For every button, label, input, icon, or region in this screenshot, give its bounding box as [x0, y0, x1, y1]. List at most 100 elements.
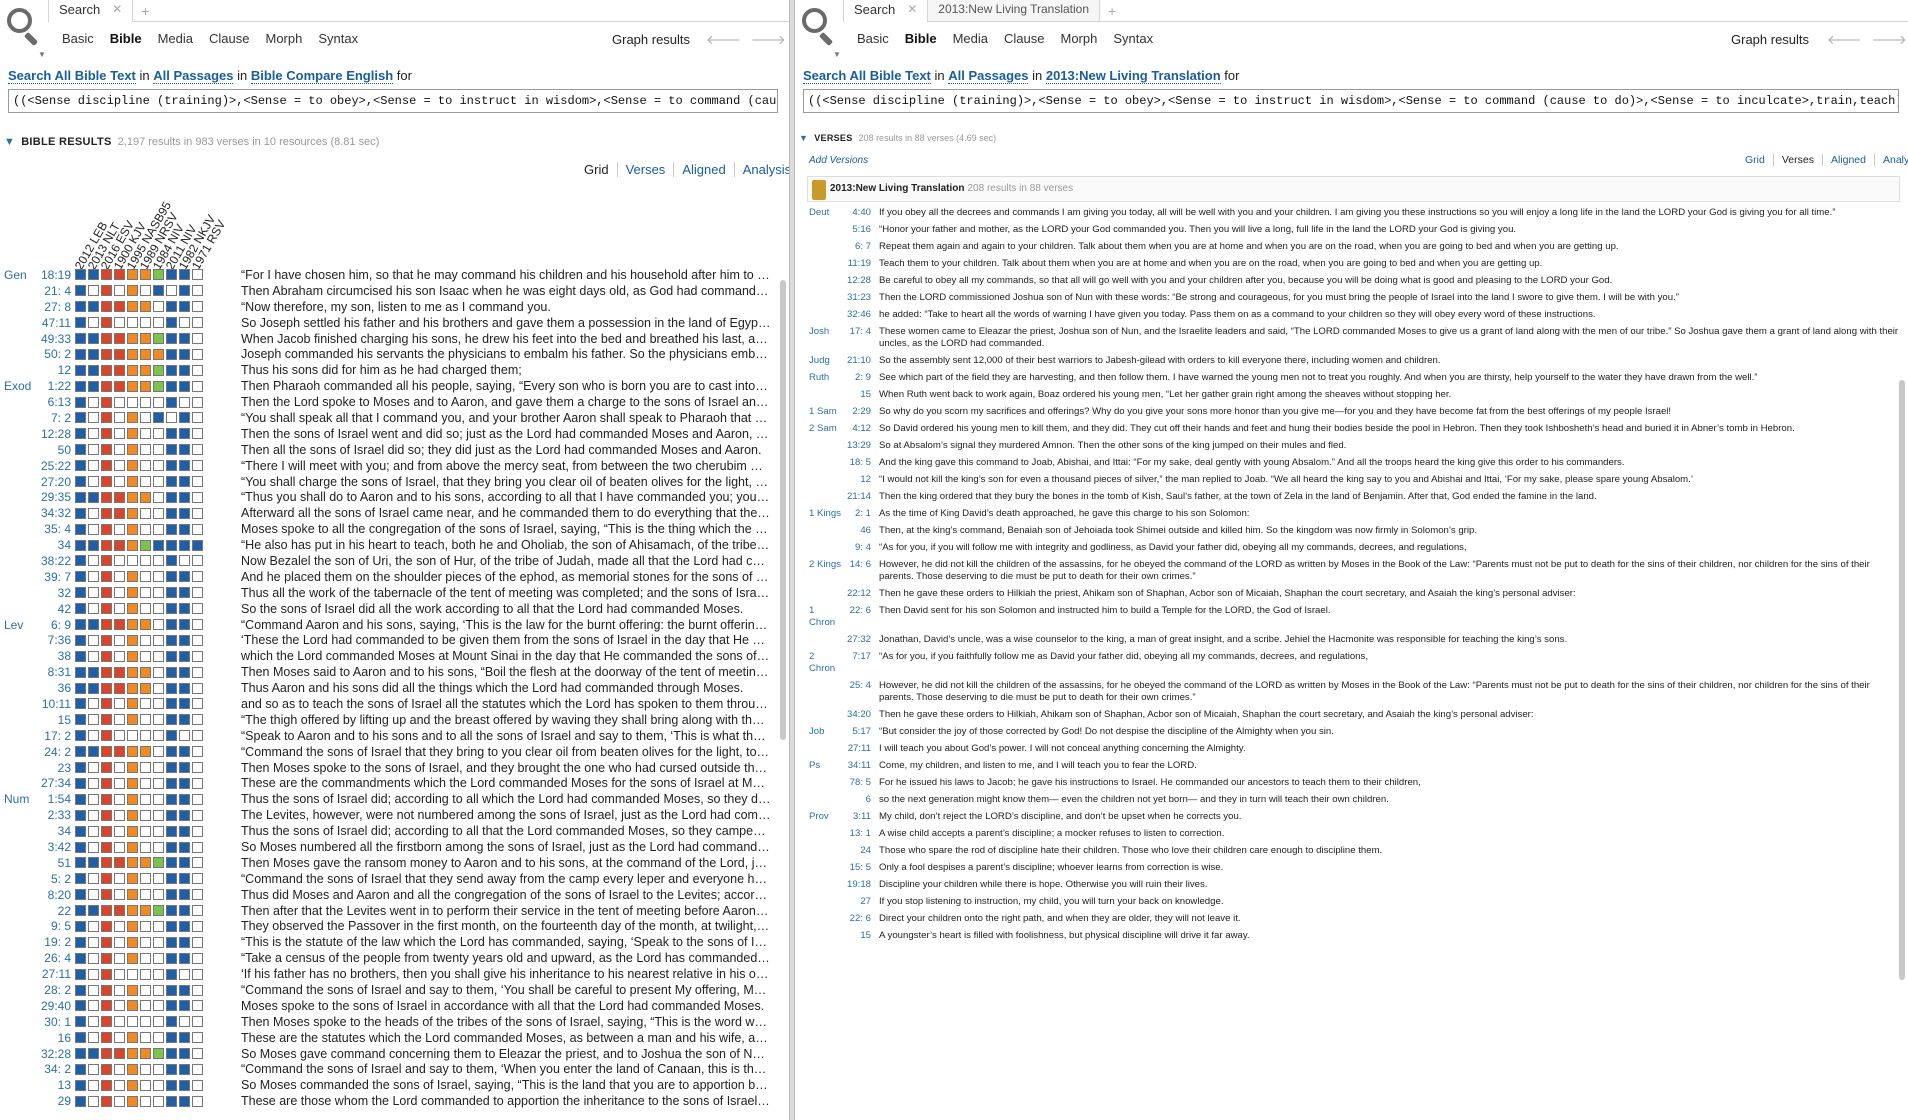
hit-cell[interactable] [88, 1079, 99, 1091]
hit-cell[interactable] [75, 793, 86, 805]
hit-cell[interactable] [114, 1079, 125, 1091]
hit-cell[interactable] [114, 396, 125, 408]
verse-text[interactable]: Then Moses spoke to the sons of Israel, … [241, 761, 771, 775]
verse-reference[interactable]: 16 [34, 1031, 75, 1045]
book-label[interactable] [807, 862, 841, 874]
hit-cell[interactable] [192, 634, 203, 646]
table-row[interactable]: 7: 2 “You shall speak all that I command … [0, 410, 780, 426]
hit-cell[interactable] [75, 539, 86, 551]
verse-reference[interactable]: 19:18 [841, 879, 879, 891]
hit-cell[interactable] [127, 952, 138, 964]
hit-cell[interactable] [179, 1063, 190, 1075]
hit-cell[interactable] [166, 491, 177, 503]
hit-cell[interactable] [140, 730, 151, 742]
list-item[interactable]: 13: 1A wise child accepts a parent’s dis… [807, 826, 1900, 843]
hit-cell[interactable] [179, 1032, 190, 1044]
table-row[interactable]: 15 “The thigh offered by lifting up and t… [0, 712, 780, 728]
table-row[interactable]: 23 Then Moses spoke to the sons of Israel… [0, 760, 780, 776]
hit-cell[interactable] [192, 444, 203, 456]
hit-cell[interactable] [114, 825, 125, 837]
hit-cell[interactable] [179, 476, 190, 488]
hit-cell[interactable] [88, 539, 99, 551]
hit-cell[interactable] [166, 1016, 177, 1028]
verse-text[interactable]: I will teach you about God’s power. I wi… [879, 743, 1900, 755]
hit-cell[interactable] [127, 555, 138, 567]
hit-cell[interactable] [179, 555, 190, 567]
book-label[interactable] [807, 913, 841, 925]
hit-cell[interactable] [88, 968, 99, 980]
hit-cell[interactable] [88, 889, 99, 901]
hit-cell[interactable] [101, 380, 112, 392]
hit-cell[interactable] [101, 301, 112, 313]
hit-cell[interactable] [75, 936, 86, 948]
hit-cell[interactable] [179, 714, 190, 726]
hit-cell[interactable] [140, 777, 151, 789]
table-row[interactable]: 32 Thus all the work of the tabernacle of… [0, 585, 780, 601]
hit-cell[interactable] [179, 952, 190, 964]
hit-cell[interactable] [179, 873, 190, 885]
search-query-input[interactable]: ((<Sense discipline (training)>,<Sense =… [803, 89, 1899, 113]
verse-reference[interactable]: 36 [34, 681, 75, 695]
hit-cell[interactable] [179, 777, 190, 789]
hit-cell[interactable] [101, 682, 112, 694]
hit-cell[interactable] [153, 809, 164, 821]
hit-cell[interactable] [75, 1048, 86, 1060]
hit-cell[interactable] [75, 428, 86, 440]
verse-text[interactable]: Thus Aaron and his sons did all the thin… [241, 681, 771, 695]
verse-text[interactable]: So Moses commanded the sons of Israel, s… [241, 1078, 771, 1092]
hit-cell[interactable] [88, 1016, 99, 1028]
hit-cell[interactable] [140, 1032, 151, 1044]
hit-cell[interactable] [127, 603, 138, 615]
hit-cell[interactable] [101, 603, 112, 615]
table-row[interactable]: 22 Then after that the Levites went in to… [0, 903, 780, 919]
hit-cell[interactable] [166, 1095, 177, 1107]
hit-cell[interactable] [179, 1095, 190, 1107]
hit-cell[interactable] [153, 762, 164, 774]
hit-cell[interactable] [140, 555, 151, 567]
hit-cell[interactable] [75, 698, 86, 710]
verse-reference[interactable]: 9: 4 [841, 542, 879, 554]
hit-cell[interactable] [114, 460, 125, 472]
hit-cell[interactable] [192, 936, 203, 948]
verse-text[interactable]: he added: “Take to heart all the words o… [879, 309, 1900, 321]
hit-cell[interactable] [179, 968, 190, 980]
hit-cell[interactable] [75, 491, 86, 503]
hit-cell[interactable] [192, 380, 203, 392]
hit-cell[interactable] [140, 364, 151, 376]
verse-reference[interactable]: 31:23 [841, 292, 879, 304]
hit-cell[interactable] [101, 714, 112, 726]
verse-reference[interactable]: 7: 2 [34, 411, 75, 425]
hit-cell[interactable] [140, 380, 151, 392]
hit-cell[interactable] [153, 476, 164, 488]
hit-cell[interactable] [179, 666, 190, 678]
hit-cell[interactable] [114, 762, 125, 774]
book-label[interactable] [807, 457, 841, 469]
hit-cell[interactable] [192, 364, 203, 376]
hit-cell[interactable] [192, 730, 203, 742]
subtab-syntax[interactable]: Syntax [1113, 31, 1153, 46]
tab-search[interactable]: Search ✕ [48, 0, 134, 22]
book-label[interactable] [807, 241, 841, 253]
hit-cell[interactable] [101, 364, 112, 376]
verse-text[interactable]: However, he did not kill the children of… [879, 680, 1900, 704]
hit-cell[interactable] [192, 873, 203, 885]
table-row[interactable]: 8:20 Thus did Moses and Aaron and all the… [0, 887, 780, 903]
hit-cell[interactable] [88, 746, 99, 758]
hit-cell[interactable] [88, 1000, 99, 1012]
verse-reference[interactable]: 8:31 [34, 665, 75, 679]
verse-reference[interactable]: 12:28 [841, 275, 879, 287]
table-row[interactable]: Num 1:54 Thus the sons of Israel did; acco… [0, 791, 780, 807]
hit-cell[interactable] [114, 746, 125, 758]
table-row[interactable]: 26: 4 “Take a census of the people from t… [0, 950, 780, 966]
hit-cell[interactable] [153, 380, 164, 392]
verse-text[interactable]: Only a fool despises a parent’s discipli… [879, 862, 1900, 874]
hit-cell[interactable] [166, 317, 177, 329]
table-row[interactable]: 2:33 The Levites, however, were not numbe… [0, 807, 780, 823]
hit-cell[interactable] [75, 777, 86, 789]
hit-cell[interactable] [114, 968, 125, 980]
verse-text[interactable]: Then Pharaoh commanded all his people, s… [241, 379, 771, 393]
hit-cell[interactable] [114, 571, 125, 583]
resource-dropdown[interactable]: 2013:New Living Translation [1045, 68, 1221, 84]
verse-reference[interactable]: 6: 9 [34, 618, 75, 632]
hit-cell[interactable] [127, 285, 138, 297]
